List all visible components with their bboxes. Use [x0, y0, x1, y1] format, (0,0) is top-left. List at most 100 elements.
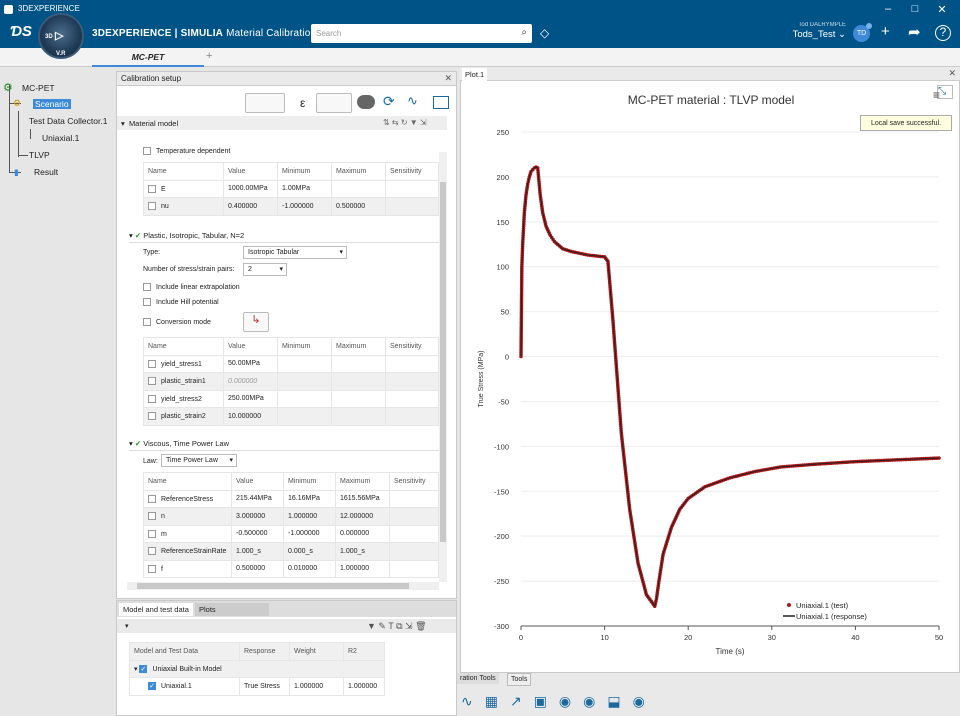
table-icon[interactable] [433, 96, 449, 109]
table-row[interactable]: n [143, 507, 232, 526]
table-row[interactable]: f [143, 559, 232, 578]
tree-item-result[interactable]: Result [34, 167, 58, 177]
search-placeholder: Search [316, 29, 342, 38]
app-icon [4, 5, 13, 14]
close-window-button[interactable]: ✕ [932, 3, 952, 16]
notification-dot-icon [866, 23, 872, 29]
share-icon[interactable]: ➦ [908, 23, 921, 41]
hill-potential-checkbox[interactable]: Include Hill potential [143, 298, 219, 306]
avatar-initials: TD [856, 30, 867, 37]
user-full-name: Tod DALRYMPLE [798, 22, 846, 28]
brand-title: 3DEXPERIENCE | SIMULIA [92, 28, 224, 39]
vertical-scrollbar[interactable] [439, 152, 447, 582]
x-tick-label: 0 [519, 633, 523, 642]
tree-root[interactable]: MC-PET [22, 83, 55, 93]
menu-icon[interactable]: ≡ [933, 88, 940, 102]
add-icon[interactable]: + [881, 23, 890, 40]
table-row[interactable]: m [143, 524, 232, 543]
curve-type-button[interactable] [245, 93, 285, 113]
close-icon[interactable]: ✕ [444, 73, 452, 84]
tab-plots[interactable]: Plots [195, 603, 269, 616]
viscous-section[interactable]: ▾ ✔ Viscous, Time Power Law [129, 439, 439, 451]
plot-panel: MC-PET material : TLVP model -300 -250 -200… [460, 67, 960, 673]
horizontal-scrollbar[interactable] [127, 582, 439, 590]
y-tick-label: 0 [505, 353, 509, 362]
linear-extrapolation-checkbox[interactable]: Include linear extrapolation [143, 283, 240, 291]
tab-mc-pet[interactable]: MC-PET [92, 48, 204, 67]
specification-tree: ⚙ MC-PET ⚙ Scenario Test Data Collector.… [0, 67, 116, 716]
y-tick-label: -300 [494, 622, 509, 631]
tab-model-test-data[interactable]: Model and test data [119, 603, 193, 616]
avatar[interactable]: TD [853, 23, 872, 42]
filter-icon[interactable]: ▼ ✎ T ⧉ ⇲ 🗑 [367, 621, 427, 632]
x-tick-label: 50 [935, 633, 943, 642]
add-tab-button[interactable]: + [206, 50, 212, 62]
chart-icon[interactable]: ∿ [407, 93, 418, 109]
refresh-icon[interactable]: ⟳ [383, 93, 395, 110]
minimize-button[interactable]: – [878, 3, 898, 15]
tag-icon[interactable]: ◇ [540, 26, 549, 40]
close-icon[interactable]: ✕ [948, 68, 956, 79]
response-line [520, 166, 940, 608]
scenario-icon: ⚙ [13, 98, 22, 108]
temperature-dependent-checkbox[interactable]: Temperature dependent [143, 147, 230, 155]
x-axis-label: Time (s) [715, 647, 744, 656]
table-row[interactable]: ReferenceStrainRate [143, 542, 232, 561]
tab-plot-1[interactable]: Plot.1 [462, 68, 488, 81]
tab-calibration-tools[interactable]: ration Tools [457, 673, 499, 684]
model-data-table: Model and Test Data Response Weight R2 ▾ ✓ U… [129, 642, 385, 696]
collapse-icon[interactable]: ▾ [125, 622, 129, 630]
law-dropdown[interactable]: Time Power Law [161, 454, 237, 467]
search-icon[interactable]: ⌕ [521, 27, 527, 38]
save-toast: Local save successful. [860, 115, 952, 131]
table-row[interactable]: plastic_strain2 [143, 407, 224, 426]
material-icon[interactable] [357, 95, 375, 109]
app-name: Material Calibration [226, 28, 317, 39]
user-info[interactable]: Tod DALRYMPLE Tods_Test ⌄ [760, 22, 846, 40]
stress-time-chart[interactable]: MC-PET material : TLVP model -300 -250 -200… [461, 68, 960, 674]
y-tick-label: -100 [494, 442, 509, 451]
table-row[interactable]: nu [143, 197, 224, 216]
tree-item-tlvp[interactable]: TLVP [29, 150, 50, 160]
conversion-mode-checkbox[interactable]: Conversion mode [143, 318, 211, 326]
legend-label-response: Uniaxial.1 (response) [796, 612, 867, 621]
tree-item-scenario[interactable]: Scenario [33, 99, 71, 109]
search-input[interactable]: Search ⌕ [311, 24, 532, 43]
y-tick-label: -150 [494, 487, 509, 496]
tool-icons[interactable]: ∿▦↗▣◉◉⬓◉ [461, 693, 657, 710]
check-icon: ✔ [134, 439, 142, 448]
filter-icon[interactable]: ⇅ ⇆ ↻ ▼ ⇲ [383, 118, 427, 127]
plastic-section[interactable]: ▾ ✔ Plastic, Isotropic, Tabular, N=2 [129, 231, 439, 243]
table-row[interactable]: ✓ Uniaxial.1 [129, 677, 240, 696]
y-tick-label: -200 [494, 532, 509, 541]
help-icon[interactable]: ? [935, 25, 951, 41]
legend-marker-test [787, 603, 791, 607]
table-row[interactable]: plastic_strain1 [143, 372, 224, 391]
table-row[interactable]: ▾ ✓ Uniaxial Built-in Model [129, 659, 385, 678]
table-row[interactable]: ReferenceStress [143, 489, 232, 508]
play-icon: ▷ [55, 30, 64, 42]
panel-header: Calibration setup ✕ [117, 72, 456, 86]
model-test-data-panel: Model and test data Plots ▾ ▼ ✎ T ⧉ ⇲ 🗑 … [116, 600, 457, 716]
tree-item-test-data-collector[interactable]: Test Data Collector.1 [29, 116, 107, 126]
compass-vr-label: V.R [56, 51, 66, 57]
y-axis-label: True Stress (MPa) [478, 351, 485, 408]
table-row[interactable]: yield_stress2 [143, 389, 224, 408]
pairs-stepper[interactable]: 2 [243, 263, 287, 276]
x-tick-label: 30 [768, 633, 776, 642]
type-dropdown[interactable]: Isotropic Tabular [243, 246, 347, 259]
elastic-table: Name Value Minimum Maximum Sensitivity E 1000… [143, 162, 439, 216]
plot-tab-bar: Plot.1 ✕ [460, 67, 960, 81]
table-row[interactable]: E [143, 179, 224, 198]
pairs-label: Number of stress/strain pairs: [143, 266, 235, 273]
epsilon-icon[interactable]: ε [300, 96, 305, 110]
tree-item-uniaxial[interactable]: Uniaxial.1 [42, 133, 79, 143]
curve-icon[interactable]: ↳ [243, 312, 269, 332]
maximize-button[interactable]: □ [905, 3, 925, 15]
table-row[interactable]: yield_stress1 [143, 354, 224, 373]
compass-icon[interactable]: 3D ▷ V.R [38, 13, 84, 59]
y-tick-label: 200 [496, 173, 509, 182]
strain-type-button[interactable] [316, 93, 352, 113]
tab-tools[interactable]: Tools [507, 673, 532, 686]
law-label: Law: [143, 458, 158, 465]
